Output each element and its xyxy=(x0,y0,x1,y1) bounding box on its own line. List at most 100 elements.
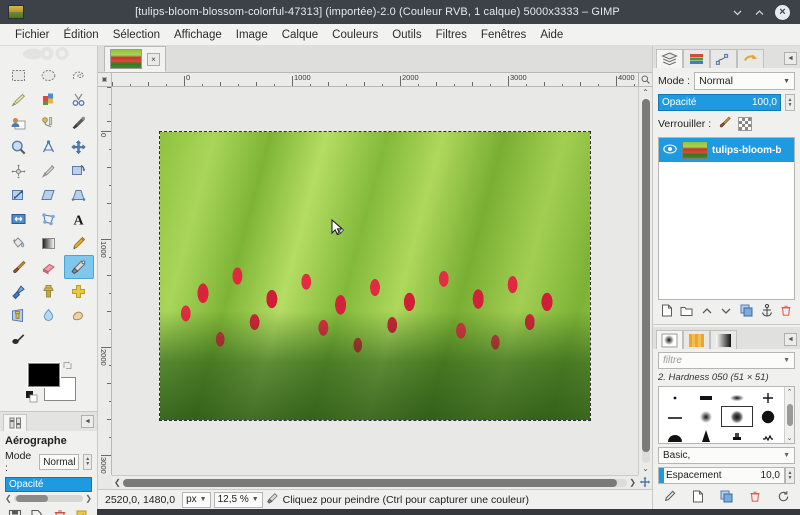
layer-opacity-spinner[interactable]: ▲ ▼ xyxy=(785,94,795,111)
image-canvas[interactable] xyxy=(159,131,591,421)
brush-cell[interactable] xyxy=(722,388,753,407)
close-button[interactable]: × xyxy=(775,4,790,20)
image-tab[interactable]: × xyxy=(104,46,166,72)
brush-cell[interactable] xyxy=(691,407,722,426)
menu-filtres[interactable]: Filtres xyxy=(429,27,474,43)
tool-smudge[interactable] xyxy=(64,303,94,327)
vertical-ruler[interactable]: 0 1000 2000 3000 xyxy=(98,87,112,475)
tool-fuzzy-select[interactable] xyxy=(3,87,33,111)
brush-filter-input[interactable]: filtre ▼ xyxy=(658,352,795,369)
paths-tab[interactable] xyxy=(710,49,737,68)
menu-edition[interactable]: Édition xyxy=(57,27,106,43)
tool-options-mode-spinner[interactable]: ▲ ▼ xyxy=(83,454,92,470)
vertical-scrollbar[interactable]: ⌃ ⌄ xyxy=(638,87,652,475)
tool-clone[interactable] xyxy=(33,279,63,303)
tool-foreground-select[interactable] xyxy=(3,111,33,135)
tool-rotate[interactable] xyxy=(64,159,94,183)
tool-airbrush[interactable] xyxy=(63,255,94,279)
horizontal-scrollbar[interactable]: ❮ ❯ xyxy=(112,475,638,489)
gradients-tab[interactable] xyxy=(710,330,737,349)
menu-outils[interactable]: Outils xyxy=(385,27,428,43)
brush-cell[interactable] xyxy=(660,426,691,443)
restore-tool-preset-button[interactable] xyxy=(30,509,44,515)
tool-crop[interactable] xyxy=(33,159,63,183)
brushes-tab[interactable] xyxy=(656,330,683,349)
duplicate-layer-button[interactable] xyxy=(740,304,753,320)
brush-grid[interactable] xyxy=(659,387,784,443)
new-layer-button[interactable] xyxy=(661,304,673,320)
undo-history-tab[interactable] xyxy=(737,49,764,68)
tool-perspective-clone[interactable] xyxy=(3,303,33,327)
menu-calque[interactable]: Calque xyxy=(275,27,325,43)
scroll-left-arrow-icon[interactable]: ❮ xyxy=(5,494,12,503)
tool-bucket-fill[interactable] xyxy=(3,231,33,255)
navigation-preview-button[interactable] xyxy=(638,475,652,489)
new-brush-button[interactable] xyxy=(692,490,704,506)
tool-zoom[interactable] xyxy=(3,135,33,159)
tool-paths[interactable] xyxy=(33,111,63,135)
scroll-up-arrow-icon[interactable]: ⌃ xyxy=(642,89,649,97)
menu-selection[interactable]: Sélection xyxy=(106,27,167,43)
brush-cell[interactable] xyxy=(752,388,783,407)
new-layer-group-button[interactable] xyxy=(680,304,693,320)
swap-colors-icon[interactable] xyxy=(62,360,73,371)
tool-blur-sharpen[interactable] xyxy=(33,303,63,327)
tool-options-opacity-slider[interactable]: Opacité xyxy=(5,477,92,492)
tool-options-menu-button[interactable]: ◄ xyxy=(81,415,94,428)
save-tool-preset-button[interactable] xyxy=(8,509,22,515)
menu-fichier[interactable]: Fichier xyxy=(8,27,57,43)
tool-measure[interactable] xyxy=(33,135,63,159)
brush-grid-scrollbar[interactable]: ⌃ ⌄ xyxy=(784,387,794,443)
tool-paintbrush[interactable] xyxy=(3,255,33,279)
menu-fenetres[interactable]: Fenêtres xyxy=(474,27,533,43)
unit-select[interactable]: px ▼ xyxy=(182,491,211,508)
tool-gradient[interactable] xyxy=(33,231,63,255)
hscroll-track[interactable] xyxy=(122,478,628,487)
layer-mode-select[interactable]: Normal ▼ xyxy=(694,72,795,90)
tool-ink[interactable] xyxy=(3,279,33,303)
tool-color-picker[interactable] xyxy=(64,111,94,135)
scroll-up-arrow-icon[interactable]: ⌃ xyxy=(787,388,793,396)
tool-options-scrollbar[interactable]: ❮ ❯ xyxy=(5,494,92,503)
brush-cell[interactable] xyxy=(752,426,783,443)
foreground-color-swatch[interactable] xyxy=(28,363,60,387)
brush-cell[interactable] xyxy=(722,426,753,443)
tool-align[interactable] xyxy=(3,159,33,183)
brush-scroll-thumb[interactable] xyxy=(786,404,793,426)
lock-alpha-icon[interactable] xyxy=(738,117,753,131)
tool-options-tab[interactable] xyxy=(3,414,27,431)
lock-pixels-icon[interactable] xyxy=(717,115,732,133)
brush-cell[interactable] xyxy=(691,426,722,443)
reset-tool-options-button[interactable] xyxy=(75,509,89,515)
menu-couleurs[interactable]: Couleurs xyxy=(325,27,385,43)
brush-spacing-spinner[interactable]: ▲ ▼ xyxy=(785,467,795,484)
refresh-brushes-button[interactable] xyxy=(777,490,790,506)
tool-text[interactable]: A xyxy=(64,207,94,231)
layer-list[interactable]: tulips-bloom-b xyxy=(658,137,795,300)
scroll-right-arrow-icon[interactable]: ❯ xyxy=(85,494,92,503)
delete-tool-preset-button[interactable] xyxy=(53,509,67,515)
brush-cell[interactable] xyxy=(752,407,783,426)
tool-cage-transform[interactable] xyxy=(33,207,63,231)
layer-row[interactable]: tulips-bloom-b xyxy=(659,138,794,162)
tool-rect-select[interactable] xyxy=(3,63,33,87)
reset-colors-icon[interactable] xyxy=(26,391,38,403)
scroll-down-arrow-icon[interactable]: ⌄ xyxy=(642,465,649,473)
channels-tab[interactable] xyxy=(683,49,710,68)
brush-cell[interactable] xyxy=(660,388,691,407)
patterns-tab[interactable] xyxy=(683,330,710,349)
brushes-dock-menu-button[interactable]: ◄ xyxy=(784,333,797,346)
tool-ellipse-select[interactable] xyxy=(33,63,63,87)
tool-flip[interactable] xyxy=(3,207,33,231)
delete-layer-button[interactable] xyxy=(780,304,792,320)
layer-visibility-icon[interactable] xyxy=(662,144,678,156)
vscroll-thumb[interactable] xyxy=(641,99,650,453)
scroll-right-arrow-icon[interactable]: ❯ xyxy=(629,478,636,487)
delete-brush-button[interactable] xyxy=(749,490,761,506)
tool-options-mode-select[interactable]: Normal xyxy=(39,454,80,470)
hscroll-thumb[interactable] xyxy=(122,478,618,487)
duplicate-brush-button[interactable] xyxy=(720,490,733,506)
brush-cell-selected[interactable] xyxy=(720,406,754,427)
zoom-select[interactable]: 12,5 % ▼ xyxy=(213,491,263,508)
tool-perspective[interactable] xyxy=(64,183,94,207)
